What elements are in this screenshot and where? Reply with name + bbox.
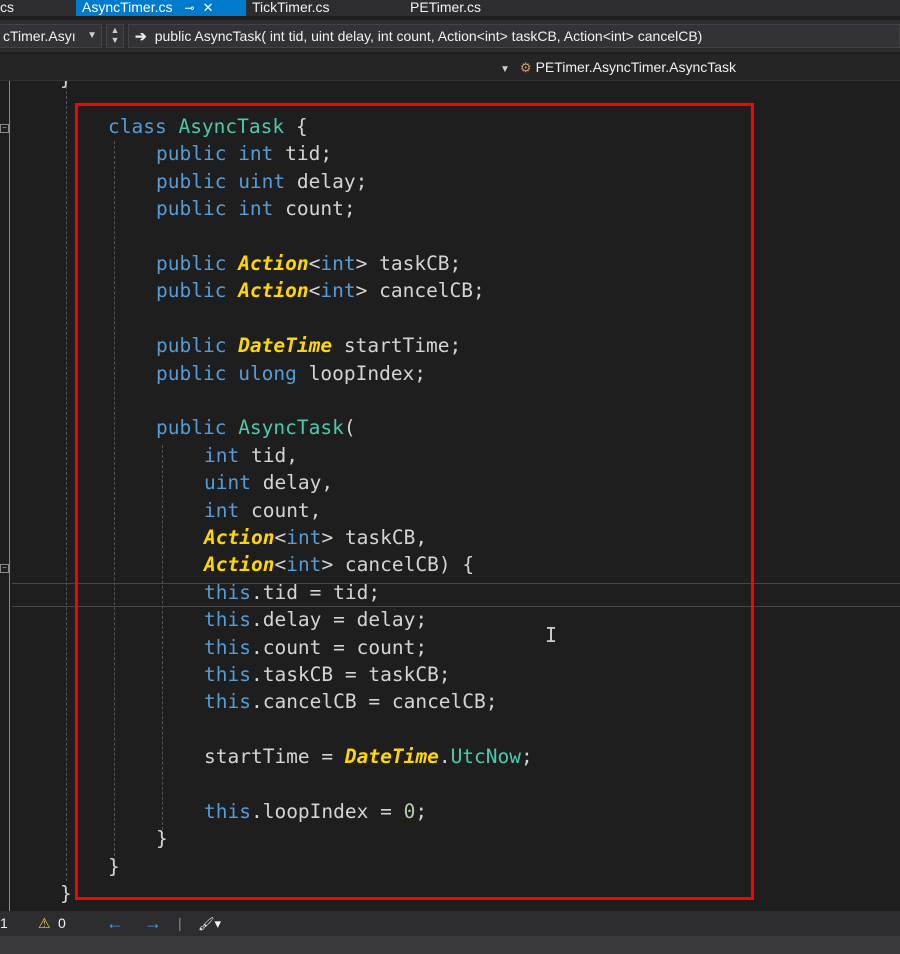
project-dropdown[interactable]: cTimer.Asyı ▼ bbox=[0, 24, 102, 48]
tab-ticktimer[interactable]: TickTimer.cs bbox=[246, 0, 336, 16]
tab-asynctimer[interactable]: AsyncTimer.cs ⊸ ✕ bbox=[76, 0, 246, 16]
tab-label: AsyncTimer.cs bbox=[82, 0, 173, 15]
warning-icon[interactable]: ⚠ bbox=[38, 911, 51, 936]
chevron-down-icon: ▼ bbox=[500, 64, 510, 75]
arrow-right-icon: ➔ bbox=[135, 28, 147, 44]
code-cleanup-icon[interactable]: 🖌▾ bbox=[198, 911, 221, 936]
collapse-icon[interactable]: − bbox=[0, 564, 9, 573]
navigate-back-icon[interactable]: ← bbox=[106, 911, 124, 936]
warning-count: 0 bbox=[58, 915, 66, 931]
bottom-strip bbox=[0, 936, 900, 954]
outline-margin-line bbox=[9, 81, 10, 911]
class-icon: ⚙ bbox=[519, 60, 532, 75]
tab-label: TickTimer.cs bbox=[252, 0, 330, 15]
navigate-forward-icon[interactable]: → bbox=[144, 911, 162, 936]
tab-label: PETimer.cs bbox=[410, 0, 482, 15]
document-tab-bar: cs AsyncTimer.cs ⊸ ✕ TickTimer.cs PETimer.… bbox=[0, 0, 900, 16]
chevron-down-icon: ▼ bbox=[87, 30, 97, 41]
red-highlight-box bbox=[75, 103, 754, 900]
indent-guide bbox=[66, 81, 67, 881]
tab-cs[interactable]: cs bbox=[0, 0, 20, 16]
member-dropdown[interactable]: ➔ public AsyncTask( int tid, uint delay, … bbox=[128, 24, 900, 48]
line-indicator: 1 bbox=[0, 915, 8, 931]
scope-dropdown-value: PETimer.AsyncTimer.AsyncTask bbox=[535, 59, 737, 75]
tab-petimer[interactable]: PETimer.cs bbox=[404, 0, 487, 16]
code-line: } bbox=[60, 882, 72, 906]
code-line-partial: } bbox=[60, 81, 72, 91]
code-token: } bbox=[60, 882, 72, 906]
close-icon[interactable]: ✕ bbox=[203, 0, 214, 15]
scope-bar: ▼ ⚙ PETimer.AsyncTimer.AsyncTask bbox=[0, 54, 900, 81]
tab-label: cs bbox=[0, 0, 14, 15]
split-spinner[interactable]: ▲ ▼ bbox=[106, 24, 124, 48]
member-dropdown-value: public AsyncTask( int tid, uint delay, i… bbox=[154, 28, 703, 44]
collapse-icon[interactable]: − bbox=[0, 124, 9, 133]
project-dropdown-value: cTimer.Asyı bbox=[3, 28, 76, 44]
scope-dropdown[interactable]: ▼ ⚙ PETimer.AsyncTimer.AsyncTask bbox=[500, 56, 736, 78]
pin-icon[interactable]: ⊸ bbox=[185, 1, 195, 15]
separator: | bbox=[178, 915, 182, 931]
status-bar: 1 ⚠ 0 ← → | 🖌▾ bbox=[0, 911, 900, 936]
navigation-bar: cTimer.Asyı ▼ ▲ ▼ ➔ public AsyncTask( int … bbox=[0, 20, 900, 52]
